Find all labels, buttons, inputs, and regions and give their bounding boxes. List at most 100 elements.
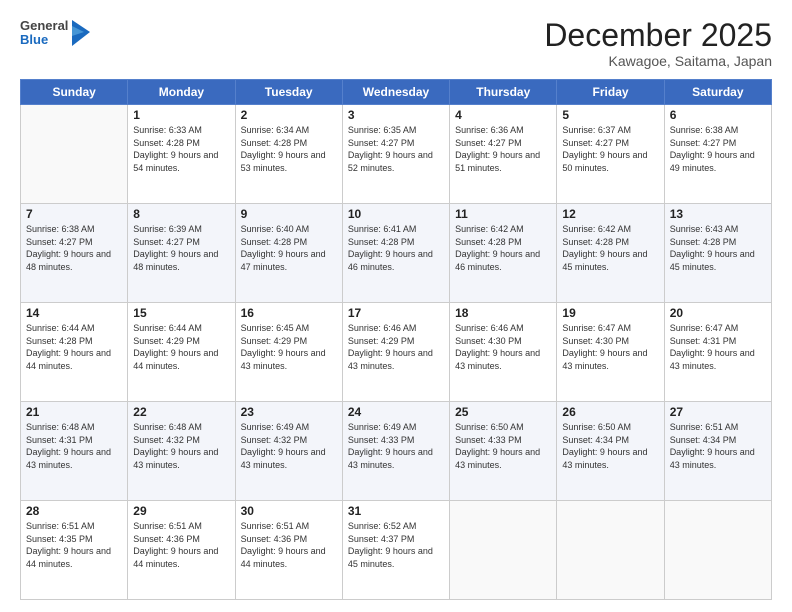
day-info: Sunrise: 6:48 AMSunset: 4:32 PMDaylight:… [133,421,229,471]
table-row: 8 Sunrise: 6:39 AMSunset: 4:27 PMDaylight… [128,204,235,303]
day-number: 13 [670,207,766,221]
day-info: Sunrise: 6:50 AMSunset: 4:34 PMDaylight:… [562,421,658,471]
day-number: 6 [670,108,766,122]
day-info: Sunrise: 6:40 AMSunset: 4:28 PMDaylight:… [241,223,337,273]
table-row [450,501,557,600]
day-number: 9 [241,207,337,221]
day-number: 31 [348,504,444,518]
calendar-row: 1Sunrise: 6:33 AMSunset: 4:28 PMDaylight… [21,105,772,204]
table-row: 12 Sunrise: 6:42 AMSunset: 4:28 PMDayligh… [557,204,664,303]
day-info: Sunrise: 6:43 AMSunset: 4:28 PMDaylight:… [670,223,766,273]
day-number: 24 [348,405,444,419]
col-friday: Friday [557,80,664,105]
table-row: 6Sunrise: 6:38 AMSunset: 4:27 PMDaylight… [664,105,771,204]
day-number: 8 [133,207,229,221]
day-number: 29 [133,504,229,518]
table-row: 27Sunrise: 6:51 AMSunset: 4:34 PMDayligh… [664,402,771,501]
table-row: 3 Sunrise: 6:35 AMSunset: 4:27 PMDaylight… [342,105,449,204]
day-number: 21 [26,405,122,419]
day-number: 23 [241,405,337,419]
day-info: Sunrise: 6:44 AMSunset: 4:28 PMDaylight:… [26,322,122,372]
day-info: Sunrise: 6:35 AMSunset: 4:27 PMDaylight:… [348,124,444,174]
day-number: 28 [26,504,122,518]
day-info: Sunrise: 6:48 AMSunset: 4:31 PMDaylight:… [26,421,122,471]
calendar-row: 14 Sunrise: 6:44 AMSunset: 4:28 PMDayligh… [21,303,772,402]
day-number: 22 [133,405,229,419]
header: General Blue December 2025 Kawagoe, Sait… [20,18,772,69]
logo-general: General [20,19,68,33]
table-row: 9 Sunrise: 6:40 AMSunset: 4:28 PMDaylight… [235,204,342,303]
col-tuesday: Tuesday [235,80,342,105]
table-row: 16 Sunrise: 6:45 AMSunset: 4:29 PMDayligh… [235,303,342,402]
col-sunday: Sunday [21,80,128,105]
day-number: 2 [241,108,337,122]
day-number: 25 [455,405,551,419]
day-number: 15 [133,306,229,320]
table-row: 22 Sunrise: 6:48 AMSunset: 4:32 PMDayligh… [128,402,235,501]
day-number: 10 [348,207,444,221]
table-row: 30 Sunrise: 6:51 AMSunset: 4:36 PMDayligh… [235,501,342,600]
table-row [664,501,771,600]
day-info: Sunrise: 6:45 AMSunset: 4:29 PMDaylight:… [241,322,337,372]
day-number: 4 [455,108,551,122]
table-row: 7 Sunrise: 6:38 AMSunset: 4:27 PMDaylight… [21,204,128,303]
location: Kawagoe, Saitama, Japan [544,53,772,69]
day-info: Sunrise: 6:44 AMSunset: 4:29 PMDaylight:… [133,322,229,372]
logo-icon [70,18,92,48]
day-info: Sunrise: 6:37 AMSunset: 4:27 PMDaylight:… [562,124,658,174]
table-row: 26Sunrise: 6:50 AMSunset: 4:34 PMDayligh… [557,402,664,501]
table-row: 10 Sunrise: 6:41 AMSunset: 4:28 PMDayligh… [342,204,449,303]
col-wednesday: Wednesday [342,80,449,105]
day-info: Sunrise: 6:46 AMSunset: 4:29 PMDaylight:… [348,322,444,372]
day-info: Sunrise: 6:39 AMSunset: 4:27 PMDaylight:… [133,223,229,273]
day-info: Sunrise: 6:41 AMSunset: 4:28 PMDaylight:… [348,223,444,273]
day-info: Sunrise: 6:42 AMSunset: 4:28 PMDaylight:… [562,223,658,273]
day-number: 3 [348,108,444,122]
day-info: Sunrise: 6:46 AMSunset: 4:30 PMDaylight:… [455,322,551,372]
day-number: 11 [455,207,551,221]
day-number: 16 [241,306,337,320]
table-row: 20Sunrise: 6:47 AMSunset: 4:31 PMDayligh… [664,303,771,402]
day-number: 14 [26,306,122,320]
month-title: December 2025 [544,18,772,53]
table-row: 29 Sunrise: 6:51 AMSunset: 4:36 PMDayligh… [128,501,235,600]
table-row: 28 Sunrise: 6:51 AMSunset: 4:35 PMDayligh… [21,501,128,600]
day-number: 19 [562,306,658,320]
calendar-row: 21 Sunrise: 6:48 AMSunset: 4:31 PMDayligh… [21,402,772,501]
day-info: Sunrise: 6:50 AMSunset: 4:33 PMDaylight:… [455,421,551,471]
day-info: Sunrise: 6:51 AMSunset: 4:36 PMDaylight:… [133,520,229,570]
table-row: 13 Sunrise: 6:43 AMSunset: 4:28 PMDayligh… [664,204,771,303]
table-row: 23Sunrise: 6:49 AMSunset: 4:32 PMDayligh… [235,402,342,501]
table-row: 15 Sunrise: 6:44 AMSunset: 4:29 PMDayligh… [128,303,235,402]
logo-blue: Blue [20,33,68,47]
day-number: 30 [241,504,337,518]
calendar-header-row: Sunday Monday Tuesday Wednesday Thursday… [21,80,772,105]
day-number: 17 [348,306,444,320]
day-info: Sunrise: 6:51 AMSunset: 4:36 PMDaylight:… [241,520,337,570]
day-info: Sunrise: 6:38 AMSunset: 4:27 PMDaylight:… [26,223,122,273]
table-row [557,501,664,600]
day-info: Sunrise: 6:36 AMSunset: 4:27 PMDaylight:… [455,124,551,174]
logo-text: General Blue [20,19,68,48]
day-info: Sunrise: 6:51 AMSunset: 4:35 PMDaylight:… [26,520,122,570]
col-saturday: Saturday [664,80,771,105]
page: General Blue December 2025 Kawagoe, Sait… [0,0,792,612]
calendar-row: 28 Sunrise: 6:51 AMSunset: 4:35 PMDayligh… [21,501,772,600]
table-row: 11Sunrise: 6:42 AMSunset: 4:28 PMDayligh… [450,204,557,303]
logo: General Blue [20,18,92,48]
day-info: Sunrise: 6:49 AMSunset: 4:33 PMDaylight:… [348,421,444,471]
table-row: 25 Sunrise: 6:50 AMSunset: 4:33 PMDayligh… [450,402,557,501]
table-row: 5Sunrise: 6:37 AMSunset: 4:27 PMDaylight… [557,105,664,204]
day-number: 27 [670,405,766,419]
col-monday: Monday [128,80,235,105]
table-row: 1Sunrise: 6:33 AMSunset: 4:28 PMDaylight… [128,105,235,204]
table-row: 2 Sunrise: 6:34 AMSunset: 4:28 PMDaylight… [235,105,342,204]
day-number: 7 [26,207,122,221]
day-number: 12 [562,207,658,221]
day-info: Sunrise: 6:47 AMSunset: 4:30 PMDaylight:… [562,322,658,372]
calendar-table: Sunday Monday Tuesday Wednesday Thursday… [20,79,772,600]
day-info: Sunrise: 6:47 AMSunset: 4:31 PMDaylight:… [670,322,766,372]
table-row: 24 Sunrise: 6:49 AMSunset: 4:33 PMDayligh… [342,402,449,501]
table-row [21,105,128,204]
day-info: Sunrise: 6:34 AMSunset: 4:28 PMDaylight:… [241,124,337,174]
